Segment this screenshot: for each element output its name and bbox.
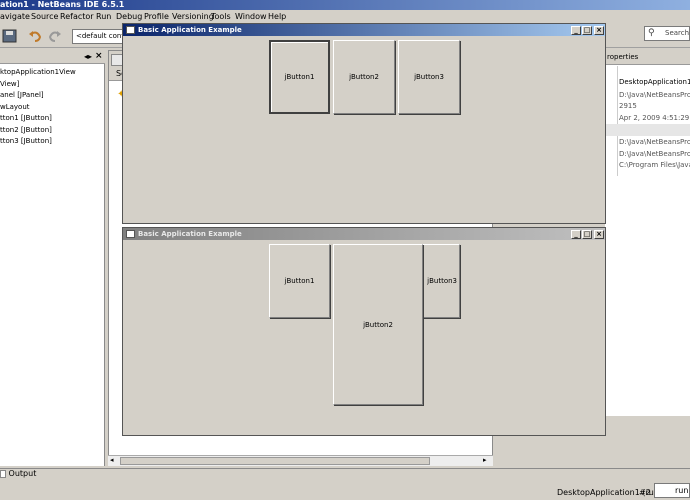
config-combo[interactable]: <default config <box>72 29 124 44</box>
nav-item[interactable]: tton3 [JButton] <box>0 137 52 145</box>
menu-debug[interactable]: Debug <box>116 12 142 21</box>
output-icon <box>0 469 6 478</box>
app-window-1: Basic Application Example _ □ × jButton1… <box>122 23 606 224</box>
output-label: Output <box>8 469 37 478</box>
undo-icon[interactable] <box>27 28 43 44</box>
horizontal-scrollbar[interactable]: ◂ ▸ <box>108 455 493 466</box>
nav-item[interactable]: tton1 [JButton] <box>0 114 52 122</box>
scroll-right-icon[interactable]: ▸ <box>483 456 487 464</box>
save-all-icon[interactable] <box>2 28 18 44</box>
ide-title: ation1 - NetBeans IDE 6.5.1 <box>0 0 125 9</box>
close-button[interactable]: × <box>594 230 604 239</box>
window-title-bar[interactable]: Basic Application Example <box>123 24 605 36</box>
app-window-2: Basic Application Example _ □ × jButton1… <box>122 227 606 436</box>
maximize-button[interactable]: □ <box>582 230 592 239</box>
nav-item[interactable]: wLayout <box>0 103 30 111</box>
properties-header: roperties <box>605 50 690 65</box>
window-title-bar[interactable]: Basic Application Example <box>123 228 605 240</box>
property-value[interactable]: DesktopApplication1View <box>619 78 690 86</box>
minimize-button[interactable]: _ <box>571 230 581 239</box>
menu-versioning[interactable]: Versioning <box>172 12 214 21</box>
property-value[interactable]: 2915 <box>619 102 637 110</box>
scrollbar-thumb[interactable] <box>120 457 430 465</box>
menu-tools[interactable]: Tools <box>211 12 231 21</box>
status-count: #2 <box>639 488 651 497</box>
nav-item[interactable]: anel [JPanel] <box>0 91 44 99</box>
properties-category-row <box>605 124 690 136</box>
jbutton2[interactable]: jButton2 <box>333 40 395 114</box>
property-value[interactable]: D:\Java\NetBeansProje <box>619 150 690 158</box>
menu-help[interactable]: Help <box>268 12 286 21</box>
menu-source[interactable]: Source <box>31 12 58 21</box>
jbutton2[interactable]: jButton2 <box>333 244 423 405</box>
close-button[interactable]: × <box>594 26 604 35</box>
navigator-header: ◂▸ × <box>0 50 105 64</box>
navigator-panel <box>0 50 105 466</box>
menu-window[interactable]: Window <box>235 12 267 21</box>
panel-menu-icon[interactable]: ◂▸ <box>84 52 92 61</box>
menu-bar: avigate Source Refactor Run Debug Profil… <box>0 10 690 24</box>
menu-refactor[interactable]: Refactor <box>60 12 94 21</box>
jbutton3[interactable]: jButton3 <box>398 40 460 114</box>
run-progress-field[interactable]: run <box>654 483 690 498</box>
search-field[interactable]: ⚲ Search <box>644 26 690 41</box>
search-placeholder: Search <box>665 29 690 37</box>
java-cup-icon <box>126 230 135 238</box>
property-value[interactable]: Apr 2, 2009 4:51:29 PM <box>619 114 690 122</box>
close-icon[interactable]: × <box>95 51 103 61</box>
nav-item[interactable]: View] <box>0 80 19 88</box>
search-icon: ⚲ <box>648 28 655 38</box>
maximize-button[interactable]: □ <box>582 26 592 35</box>
window-title: Basic Application Example <box>138 230 242 238</box>
nav-item[interactable]: ktopApplication1View <box>0 68 76 76</box>
properties-divider <box>617 66 618 176</box>
property-value[interactable]: C:\Program Files\Java\ <box>619 161 690 169</box>
property-value[interactable]: D:\Java\NetBeansProje <box>619 91 690 99</box>
menu-run[interactable]: Run <box>96 12 111 21</box>
menu-profile[interactable]: Profile <box>144 12 169 21</box>
menu-navigate[interactable]: avigate <box>0 12 30 21</box>
output-tab[interactable]: Output <box>0 469 36 478</box>
jbutton1[interactable]: jButton1 <box>269 40 330 114</box>
property-value[interactable]: D:\Java\NetBeansProje <box>619 138 690 146</box>
jbutton1[interactable]: jButton1 <box>269 244 330 318</box>
status-bar: Output DesktopApplication1 (run) #2 <box>0 468 690 500</box>
java-cup-icon <box>126 26 135 34</box>
ide-title-bar: ation1 - NetBeans IDE 6.5.1 <box>0 0 690 10</box>
redo-icon[interactable] <box>47 28 63 44</box>
window-title: Basic Application Example <box>138 26 242 34</box>
minimize-button[interactable]: _ <box>571 26 581 35</box>
scroll-left-icon[interactable]: ◂ <box>110 456 114 464</box>
nav-item[interactable]: tton2 [JButton] <box>0 126 52 134</box>
